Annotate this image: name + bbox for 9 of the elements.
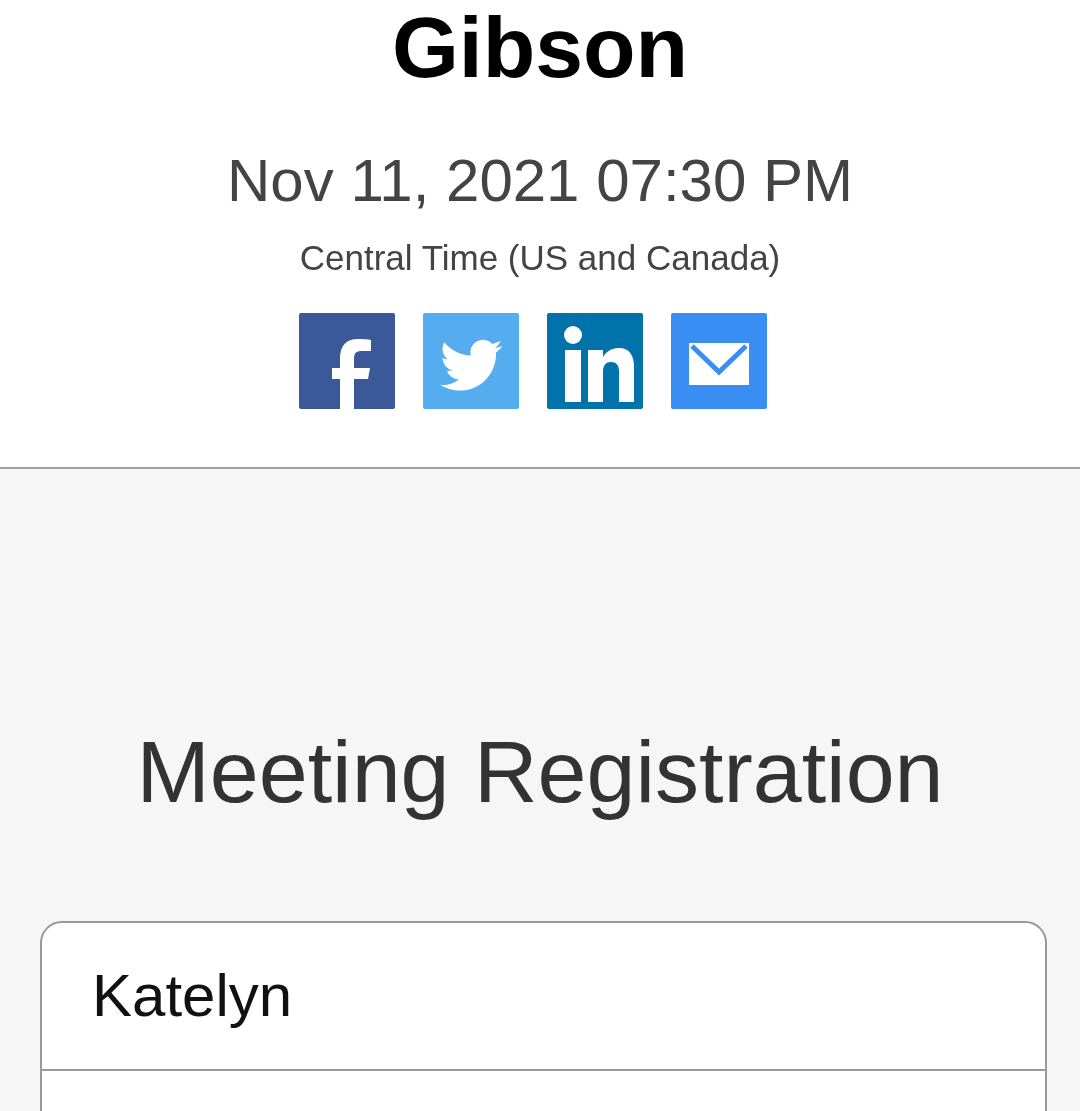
envelope-icon[interactable] — [671, 313, 767, 409]
time-zone: Central Time (US and Canada) — [299, 237, 781, 279]
event-date-time: Nov 11, 2021 07:30 PM — [227, 146, 853, 216]
twitter-icon[interactable] — [423, 313, 519, 409]
form-heading: Meeting Registration — [136, 721, 944, 823]
input-field[interactable]: Katelyn — [40, 920, 1047, 1071]
linkedin-icon[interactable] — [547, 313, 643, 409]
event-title: Gibson — [391, 4, 689, 90]
facebook-icon[interactable] — [299, 313, 395, 409]
